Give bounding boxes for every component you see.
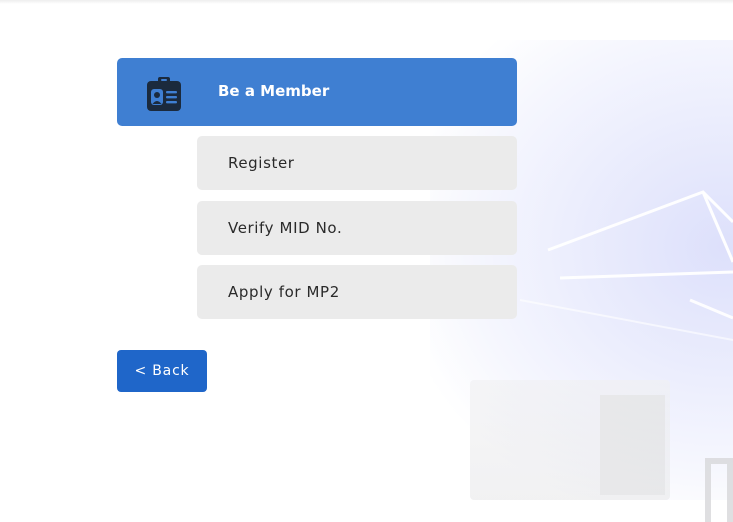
back-button[interactable]: < Back <box>117 350 207 392</box>
top-shade <box>0 0 733 4</box>
background-desk <box>470 380 670 500</box>
verify-mid-button[interactable]: Verify MID No. <box>197 201 517 255</box>
register-label: Register <box>228 154 295 172</box>
background-stand <box>705 458 733 522</box>
member-header-card: Be a Member <box>117 58 517 126</box>
verify-mid-label: Verify MID No. <box>228 219 343 237</box>
apply-mp2-button[interactable]: Apply for MP2 <box>197 265 517 319</box>
background-block <box>600 395 665 495</box>
id-badge-icon <box>147 77 181 111</box>
apply-mp2-label: Apply for MP2 <box>228 283 340 301</box>
header-title: Be a Member <box>218 82 330 100</box>
register-button[interactable]: Register <box>197 136 517 190</box>
